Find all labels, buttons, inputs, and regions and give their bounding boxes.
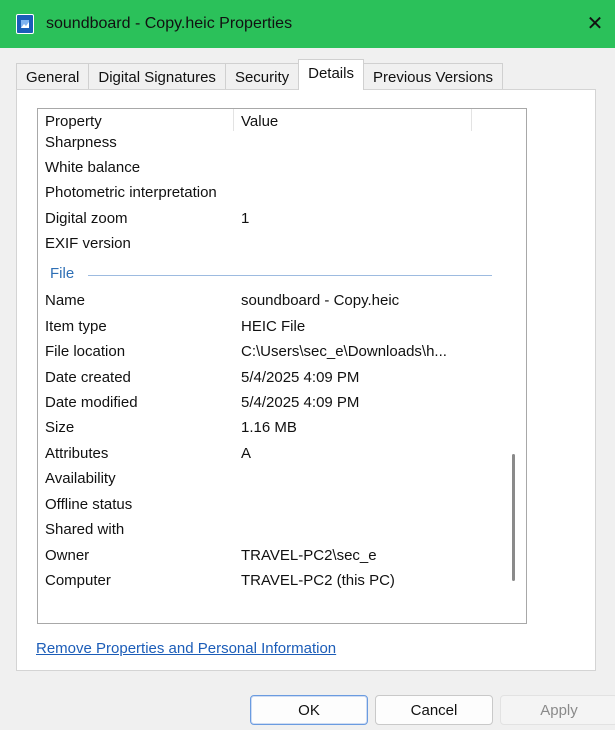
- vertical-scrollbar-thumb[interactable]: [512, 454, 515, 581]
- property-name: EXIF version: [45, 235, 131, 252]
- list-row[interactable]: EXIF version: [38, 235, 508, 260]
- ok-button[interactable]: OK: [250, 695, 368, 725]
- group-header-file[interactable]: File: [46, 265, 492, 285]
- property-name: Size: [45, 419, 75, 436]
- tab-details[interactable]: Details: [298, 59, 364, 90]
- property-name: Item type: [45, 318, 107, 335]
- property-value: A: [241, 445, 252, 462]
- property-value: HEIC File: [241, 318, 306, 335]
- list-row[interactable]: Date created 5/4/2025 4:09 PM: [38, 369, 508, 394]
- column-header-property[interactable]: Property: [45, 113, 102, 130]
- column-divider[interactable]: [233, 109, 234, 131]
- list-row[interactable]: Size 1.16 MB: [38, 419, 508, 444]
- list-row[interactable]: Digital zoom 1: [38, 210, 508, 235]
- tab-strip: General Digital Signatures Security Deta…: [16, 59, 504, 90]
- property-name: Computer: [45, 572, 111, 589]
- tab-security[interactable]: Security: [224, 63, 300, 90]
- list-row[interactable]: Owner TRAVEL-PC2\sec_e: [38, 547, 508, 572]
- list-row[interactable]: Availability: [38, 470, 508, 495]
- list-header: Property Value: [38, 109, 526, 131]
- property-value: 1.16 MB: [241, 419, 297, 436]
- window-title: soundboard - Copy.heic Properties: [46, 15, 293, 32]
- property-list[interactable]: Property Value Sharpness White balance P…: [37, 108, 527, 624]
- title-bar: soundboard - Copy.heic Properties ✕: [0, 0, 615, 48]
- property-name: File location: [45, 343, 126, 360]
- list-row[interactable]: File location C:\Users\sec_e\Downloads\h…: [38, 343, 508, 368]
- file-image-icon: [16, 14, 34, 34]
- property-name: Attributes: [45, 445, 109, 462]
- property-value: C:\Users\sec_e\Downloads\h...: [241, 343, 447, 360]
- remove-properties-link[interactable]: Remove Properties and Personal Informati…: [36, 640, 336, 657]
- property-name: Photometric interpretation: [45, 184, 217, 201]
- details-panel: Property Value Sharpness White balance P…: [16, 89, 596, 671]
- column-header-value[interactable]: Value: [241, 113, 278, 130]
- property-name: White balance: [45, 159, 141, 176]
- property-name: Sharpness: [45, 134, 117, 151]
- tab-general[interactable]: General: [16, 63, 90, 90]
- group-label: File: [50, 265, 79, 282]
- list-row[interactable]: Item type HEIC File: [38, 318, 508, 343]
- tab-digital-signatures[interactable]: Digital Signatures: [88, 63, 226, 90]
- list-row[interactable]: Sharpness: [38, 134, 508, 159]
- list-row[interactable]: Offline status: [38, 496, 508, 521]
- apply-button[interactable]: Apply: [500, 695, 615, 725]
- property-name: Date created: [45, 369, 131, 386]
- list-row[interactable]: Shared with: [38, 521, 508, 546]
- property-name: Shared with: [45, 521, 125, 538]
- property-name: Name: [45, 292, 86, 309]
- property-value: TRAVEL-PC2\sec_e: [241, 547, 377, 564]
- property-value: soundboard - Copy.heic: [241, 292, 400, 309]
- property-name: Availability: [45, 470, 116, 487]
- property-value: 5/4/2025 4:09 PM: [241, 369, 360, 386]
- list-row[interactable]: Attributes A: [38, 445, 508, 470]
- group-divider: [88, 275, 492, 276]
- property-name: Date modified: [45, 394, 138, 411]
- list-row[interactable]: White balance: [38, 159, 508, 184]
- property-value: 1: [241, 210, 250, 227]
- property-value: TRAVEL-PC2 (this PC): [241, 572, 395, 589]
- property-name: Offline status: [45, 496, 133, 513]
- list-row[interactable]: Date modified 5/4/2025 4:09 PM: [38, 394, 508, 419]
- property-name: Owner: [45, 547, 90, 564]
- column-divider[interactable]: [471, 109, 472, 131]
- cancel-button[interactable]: Cancel: [375, 695, 493, 725]
- tab-previous-versions[interactable]: Previous Versions: [362, 63, 504, 90]
- close-icon[interactable]: ✕: [583, 12, 607, 36]
- list-row[interactable]: Computer TRAVEL-PC2 (this PC): [38, 572, 508, 597]
- property-name: Digital zoom: [45, 210, 128, 227]
- list-row[interactable]: Name soundboard - Copy.heic: [38, 292, 508, 317]
- list-row[interactable]: Photometric interpretation: [38, 184, 508, 209]
- property-value: 5/4/2025 4:09 PM: [241, 394, 360, 411]
